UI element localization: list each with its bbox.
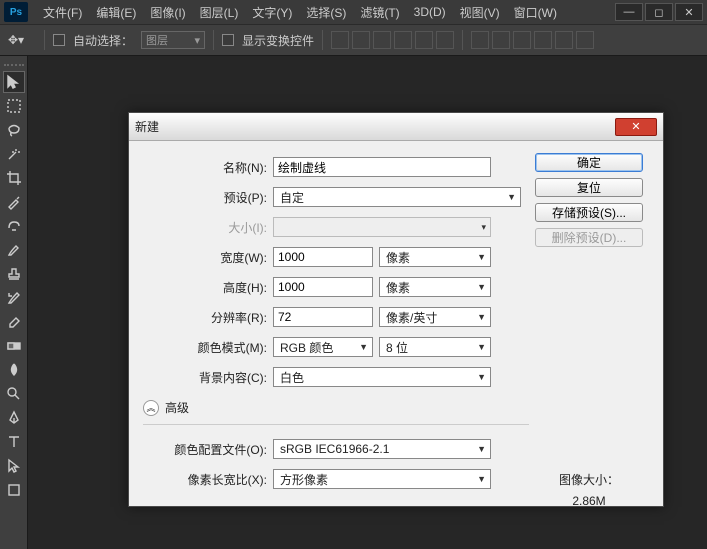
menu-select[interactable]: 选择(S)	[299, 4, 353, 21]
minimize-button[interactable]: —	[615, 3, 643, 21]
size-dropdown: ▾	[273, 217, 491, 237]
align-button[interactable]	[415, 31, 433, 49]
align-button[interactable]	[394, 31, 412, 49]
separator	[322, 30, 323, 50]
distribute-button[interactable]	[576, 31, 594, 49]
app-logo: Ps	[4, 2, 28, 22]
color-mode-dropdown[interactable]: RGB 颜色▼	[273, 337, 373, 357]
move-tool[interactable]	[3, 71, 25, 93]
separator	[462, 30, 463, 50]
ok-button[interactable]: 确定	[535, 153, 643, 172]
blur-tool[interactable]	[3, 359, 25, 381]
gradient-tool[interactable]	[3, 335, 25, 357]
dialog-close-button[interactable]: ✕	[615, 118, 657, 136]
dialog-titlebar[interactable]: 新建 ✕	[129, 113, 663, 141]
type-tool[interactable]	[3, 431, 25, 453]
separator	[213, 30, 214, 50]
separator	[44, 30, 45, 50]
crop-tool[interactable]	[3, 167, 25, 189]
advanced-toggle[interactable]: ︽	[143, 400, 159, 416]
autoselect-label: 自动选择：	[73, 32, 133, 49]
color-profile-label: 颜色配置文件(O):	[143, 441, 273, 458]
distribute-button[interactable]	[534, 31, 552, 49]
transform-label: 显示变换控件	[242, 32, 314, 49]
width-label: 宽度(W):	[143, 249, 273, 266]
menu-view[interactable]: 视图(V)	[453, 4, 507, 21]
name-label: 名称(N):	[143, 159, 273, 176]
menu-layer[interactable]: 图层(L)	[193, 4, 246, 21]
reset-button[interactable]: 复位	[535, 178, 643, 197]
distribute-button[interactable]	[555, 31, 573, 49]
heal-tool[interactable]	[3, 215, 25, 237]
options-bar: ✥▾ 自动选择： 图层▾ 显示变换控件	[0, 24, 707, 56]
close-button[interactable]: ✕	[675, 3, 703, 21]
autoselect-checkbox[interactable]	[53, 34, 65, 46]
shape-tool[interactable]	[3, 479, 25, 501]
color-mode-label: 颜色模式(M):	[143, 339, 273, 356]
height-label: 高度(H):	[143, 279, 273, 296]
height-unit-dropdown[interactable]: 像素▼	[379, 277, 491, 297]
menu-edit[interactable]: 编辑(E)	[89, 4, 143, 21]
path-select-tool[interactable]	[3, 455, 25, 477]
eraser-tool[interactable]	[3, 311, 25, 333]
menu-file[interactable]: 文件(F)	[36, 4, 89, 21]
resolution-label: 分辨率(R):	[143, 309, 273, 326]
advanced-label: 高级	[165, 399, 189, 416]
pixel-aspect-dropdown[interactable]: 方形像素▼	[273, 469, 491, 489]
wand-tool[interactable]	[3, 143, 25, 165]
image-size-value: 2.86M	[559, 494, 619, 508]
lasso-tool[interactable]	[3, 119, 25, 141]
background-label: 背景内容(C):	[143, 369, 273, 386]
window-buttons: — ◻ ✕	[613, 3, 703, 21]
eyedropper-tool[interactable]	[3, 191, 25, 213]
stamp-tool[interactable]	[3, 263, 25, 285]
height-input[interactable]	[273, 277, 373, 297]
resolution-input[interactable]	[273, 307, 373, 327]
size-label: 大小(I):	[143, 219, 273, 236]
dialog-title: 新建	[135, 118, 159, 135]
pixel-aspect-label: 像素长宽比(X):	[143, 471, 273, 488]
width-unit-dropdown[interactable]: 像素▼	[379, 247, 491, 267]
width-input[interactable]	[273, 247, 373, 267]
background-dropdown[interactable]: 白色▼	[273, 367, 491, 387]
autoselect-dropdown[interactable]: 图层▾	[141, 31, 205, 49]
menu-image[interactable]: 图像(I)	[143, 4, 192, 21]
distribute-button[interactable]	[492, 31, 510, 49]
panel-grip[interactable]	[4, 60, 24, 66]
menu-window[interactable]: 窗口(W)	[507, 4, 564, 21]
menu-3d[interactable]: 3D(D)	[407, 5, 453, 19]
menu-filter[interactable]: 滤镜(T)	[353, 4, 406, 21]
save-preset-button[interactable]: 存储预设(S)...	[535, 203, 643, 222]
preset-label: 预设(P):	[143, 189, 273, 206]
bit-depth-dropdown[interactable]: 8 位▼	[379, 337, 491, 357]
distribute-button[interactable]	[513, 31, 531, 49]
new-document-dialog: 新建 ✕ 名称(N): 预设(P): 自定▼ 大小(I): ▾ 宽度(W): 像…	[128, 112, 664, 507]
pen-tool[interactable]	[3, 407, 25, 429]
history-brush-tool[interactable]	[3, 287, 25, 309]
delete-preset-button: 删除预设(D)...	[535, 228, 643, 247]
align-button[interactable]	[352, 31, 370, 49]
titlebar: Ps 文件(F) 编辑(E) 图像(I) 图层(L) 文字(Y) 选择(S) 滤…	[0, 0, 707, 24]
move-tool-indicator[interactable]: ✥▾	[8, 30, 36, 50]
maximize-button[interactable]: ◻	[645, 3, 673, 21]
marquee-tool[interactable]	[3, 95, 25, 117]
name-input[interactable]	[273, 157, 491, 177]
preset-dropdown[interactable]: 自定▼	[273, 187, 521, 207]
distribute-button[interactable]	[471, 31, 489, 49]
dodge-tool[interactable]	[3, 383, 25, 405]
menu-type[interactable]: 文字(Y)	[245, 4, 299, 21]
tools-panel	[0, 56, 28, 549]
brush-tool[interactable]	[3, 239, 25, 261]
color-profile-dropdown[interactable]: sRGB IEC61966-2.1▼	[273, 439, 491, 459]
transform-checkbox[interactable]	[222, 34, 234, 46]
align-button[interactable]	[373, 31, 391, 49]
align-button[interactable]	[331, 31, 349, 49]
align-button[interactable]	[436, 31, 454, 49]
resolution-unit-dropdown[interactable]: 像素/英寸▼	[379, 307, 491, 327]
image-size-label: 图像大小：	[559, 471, 619, 488]
